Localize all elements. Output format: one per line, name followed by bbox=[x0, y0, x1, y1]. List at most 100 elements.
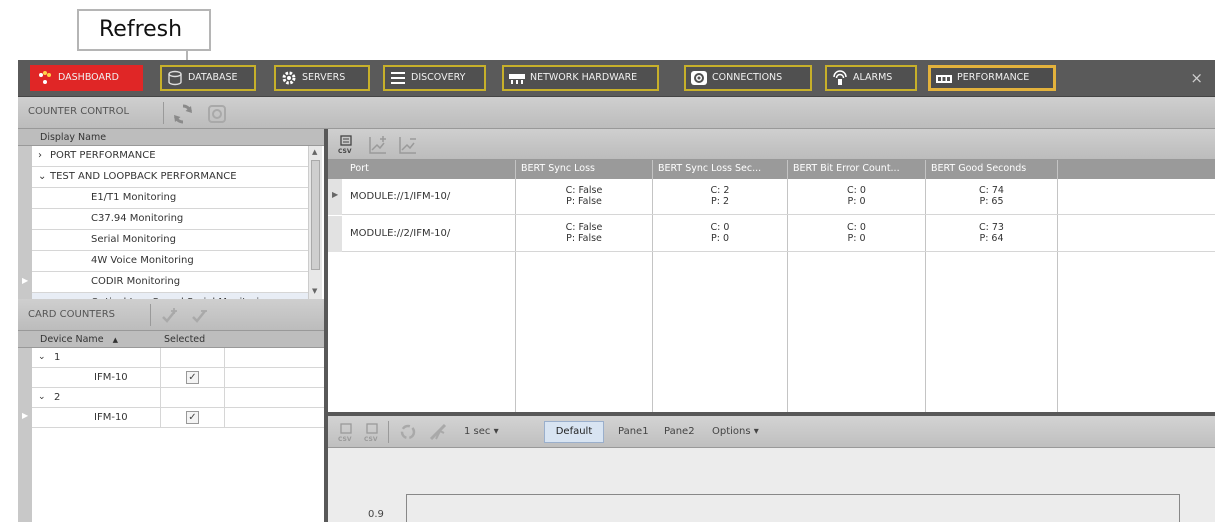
chart-add-icon[interactable] bbox=[368, 135, 388, 155]
row-indicator-icon: ▶ bbox=[22, 276, 29, 285]
grid-header: Port BERT Sync Loss BERT Sync Loss Sec..… bbox=[328, 160, 1215, 179]
toolbar-divider bbox=[150, 304, 151, 326]
reset-icon[interactable] bbox=[398, 422, 418, 442]
nav-performance[interactable]: PERFORMANCE bbox=[928, 65, 1056, 91]
device-row[interactable]: IFM-10 ✓ bbox=[32, 368, 324, 388]
nav-alarms[interactable]: ALARMS bbox=[825, 65, 917, 91]
device-name: IFM-10 bbox=[94, 412, 128, 423]
svg-text:CSV: CSV bbox=[338, 436, 352, 443]
previous-value: P: False bbox=[566, 233, 602, 244]
cell-divider bbox=[224, 408, 225, 428]
good-seconds-cell: C: 74 P: 65 bbox=[926, 185, 1057, 207]
check-remove-icon[interactable] bbox=[190, 306, 210, 326]
bit-error-cell: C: 0 P: 0 bbox=[788, 222, 925, 244]
performance-icon bbox=[936, 75, 952, 83]
tab-default[interactable]: Default bbox=[544, 421, 604, 443]
cell-divider bbox=[224, 388, 225, 408]
tree-item-label: PORT PERFORMANCE bbox=[50, 150, 156, 161]
nav-servers-label: SERVERS bbox=[302, 72, 346, 83]
dashboard-icon bbox=[39, 71, 51, 84]
tree-item-c3794[interactable]: C37.94 Monitoring bbox=[32, 209, 308, 230]
device-gutter: ▶ bbox=[18, 348, 32, 522]
collapse-icon[interactable]: ⌄ bbox=[38, 388, 46, 407]
alarm-icon bbox=[833, 70, 847, 85]
device-row[interactable]: IFM-10 ✓ bbox=[32, 408, 324, 428]
nav-servers[interactable]: SERVERS bbox=[274, 65, 370, 91]
device-selected-checkbox[interactable]: ✓ bbox=[186, 371, 199, 384]
column-header-sync-loss[interactable]: BERT Sync Loss bbox=[521, 163, 595, 174]
tab-pane2[interactable]: Pane2 bbox=[664, 426, 695, 437]
tree-gutter: ▶ bbox=[18, 146, 32, 299]
stop-icon[interactable] bbox=[206, 103, 228, 125]
device-selected-checkbox[interactable]: ✓ bbox=[186, 411, 199, 424]
column-header-port[interactable]: Port bbox=[350, 163, 369, 174]
nav-database-label: DATABASE bbox=[188, 72, 238, 83]
csv-export-icon[interactable]: CSV bbox=[338, 135, 354, 155]
tree-item-test-loopback[interactable]: ⌄ TEST AND LOOPBACK PERFORMANCE bbox=[32, 167, 308, 188]
card-counters-label: CARD COUNTERS bbox=[28, 309, 116, 320]
collapse-icon[interactable]: ⌄ bbox=[38, 348, 46, 367]
selected-column-header[interactable]: Selected bbox=[164, 334, 205, 345]
clear-icon[interactable] bbox=[428, 422, 450, 442]
column-header-good-seconds[interactable]: BERT Good Seconds bbox=[931, 163, 1026, 174]
nav-discovery[interactable]: DISCOVERY bbox=[383, 65, 486, 91]
device-name-column-header[interactable]: Device Name ▲ bbox=[40, 334, 118, 345]
card-counters-toolbar: CARD COUNTERS bbox=[18, 299, 324, 331]
nav-database[interactable]: DATABASE bbox=[160, 65, 256, 91]
current-value: C: 74 bbox=[979, 185, 1004, 196]
tree-item-e1t1[interactable]: E1/T1 Monitoring bbox=[32, 188, 308, 209]
bit-error-cell: C: 0 P: 0 bbox=[788, 185, 925, 207]
chart-toolbar: CSV CSV 1 sec ▾ Default Pane1 Pane2 Opti… bbox=[328, 416, 1215, 448]
sync-loss-cell: C: False P: False bbox=[516, 185, 652, 207]
interval-dropdown[interactable]: 1 sec ▾ bbox=[464, 426, 499, 437]
cell-divider bbox=[160, 388, 161, 408]
svg-text:CSV: CSV bbox=[338, 148, 352, 155]
tree-item-codir[interactable]: CODIR Monitoring bbox=[32, 272, 308, 293]
previous-value: P: 0 bbox=[847, 196, 866, 207]
scroll-up-icon[interactable]: ▲ bbox=[312, 148, 317, 156]
device-group-row[interactable]: ⌄ 1 bbox=[32, 348, 324, 368]
expand-icon[interactable]: › bbox=[38, 146, 42, 166]
chart-remove-icon[interactable] bbox=[398, 135, 418, 155]
check-add-icon[interactable] bbox=[160, 306, 180, 326]
previous-value: P: 0 bbox=[847, 233, 866, 244]
tree-item-4w-voice[interactable]: 4W Voice Monitoring bbox=[32, 251, 308, 272]
device-group-label: 1 bbox=[54, 352, 61, 363]
grid-row[interactable]: MODULE://2/IFM-10/ C: False P: False C: … bbox=[328, 216, 1215, 252]
toolbar-divider bbox=[163, 102, 164, 124]
cell-divider bbox=[224, 348, 225, 368]
column-header-bit-error[interactable]: BERT Bit Error Count... bbox=[793, 163, 900, 174]
sync-loss-sec-cell: C: 2 P: 2 bbox=[653, 185, 787, 207]
good-seconds-cell: C: 73 P: 64 bbox=[926, 222, 1057, 244]
nav-alarms-label: ALARMS bbox=[853, 72, 893, 83]
tree-scrollbar[interactable]: ▲ ▼ bbox=[308, 146, 322, 299]
connections-icon bbox=[691, 71, 707, 85]
scroll-thumb[interactable] bbox=[311, 160, 320, 270]
refresh-icon[interactable] bbox=[172, 103, 194, 125]
close-icon[interactable]: × bbox=[1190, 69, 1203, 87]
csv-export-icon[interactable]: CSV bbox=[338, 423, 354, 443]
previous-value: P: 64 bbox=[979, 233, 1004, 244]
sort-ascending-icon[interactable]: ▲ bbox=[113, 336, 118, 344]
tree-item-serial[interactable]: Serial Monitoring bbox=[32, 230, 308, 251]
nav-dashboard[interactable]: DASHBOARD bbox=[30, 65, 143, 91]
csv-export-all-icon[interactable]: CSV bbox=[364, 423, 380, 443]
row-gutter bbox=[328, 216, 342, 252]
nav-network-hardware[interactable]: NETWORK HARDWARE bbox=[502, 65, 659, 91]
column-header-sync-loss-sec[interactable]: BERT Sync Loss Sec... bbox=[658, 163, 761, 174]
scroll-down-icon[interactable]: ▼ bbox=[312, 287, 317, 295]
cell-divider bbox=[160, 408, 161, 428]
current-value: C: False bbox=[565, 222, 603, 233]
device-group-row[interactable]: ⌄ 2 bbox=[32, 388, 324, 408]
grid-row[interactable]: ▶ MODULE://1/IFM-10/ C: False P: False C… bbox=[328, 179, 1215, 215]
tree-header-label: Display Name bbox=[40, 132, 107, 143]
options-dropdown[interactable]: Options ▾ bbox=[712, 426, 759, 437]
list-icon bbox=[391, 72, 405, 84]
nav-connections[interactable]: CONNECTIONS bbox=[684, 65, 812, 91]
previous-value: P: False bbox=[566, 196, 602, 207]
tree-item-port-performance[interactable]: › PORT PERFORMANCE bbox=[32, 146, 308, 167]
tree-item-label: C37.94 Monitoring bbox=[91, 213, 184, 224]
tab-pane1[interactable]: Pane1 bbox=[618, 426, 649, 437]
tree-item-label: Serial Monitoring bbox=[91, 234, 176, 245]
collapse-icon[interactable]: ⌄ bbox=[38, 167, 46, 187]
